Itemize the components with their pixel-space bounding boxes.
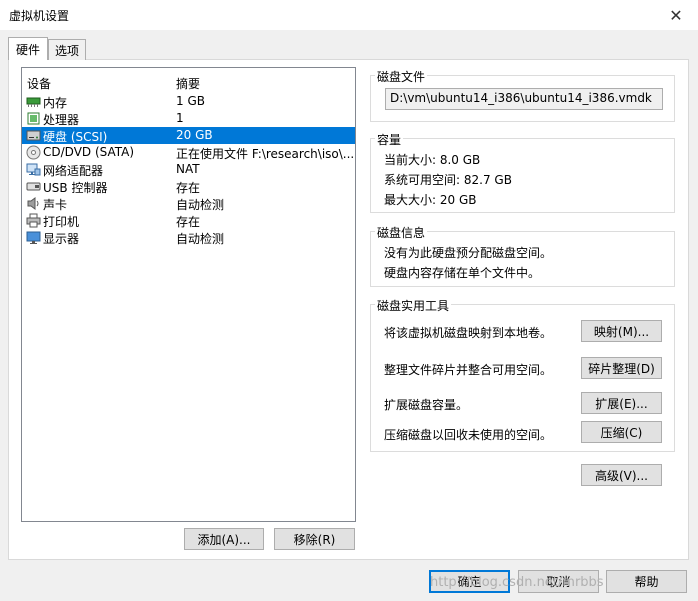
cd-dvd-icon — [26, 145, 41, 160]
device-name: 网络适配器 — [43, 164, 104, 178]
disk-info-line-2: 硬盘内容存储在单个文件中。 — [384, 266, 541, 280]
disk-file-group-title: 磁盘文件 — [375, 68, 428, 85]
printer-icon — [26, 213, 41, 228]
device-row-hard-disk[interactable]: 硬盘 (SCSI) 20 GB — [22, 127, 355, 144]
device-name: USB 控制器 — [43, 181, 108, 195]
device-row-printer[interactable]: 打印机 存在 — [22, 212, 355, 229]
device-row-display[interactable]: 显示器 自动检测 — [22, 229, 355, 246]
capacity-group-title: 容量 — [375, 131, 404, 148]
device-name: 打印机 — [43, 215, 80, 229]
disk-file-path-field[interactable]: D:\vm\ubuntu14_i386\ubuntu14_i386.vmdk — [385, 88, 663, 110]
device-name: 内存 — [43, 96, 68, 110]
usb-icon — [26, 179, 41, 194]
sound-card-icon — [26, 196, 41, 211]
device-summary: 自动检测 — [176, 198, 225, 212]
device-row-cd-dvd[interactable]: CD/DVD (SATA) 正在使用文件 F:\research\iso\... — [22, 144, 355, 161]
device-summary: 1 — [176, 111, 184, 125]
device-summary: 1 GB — [176, 94, 205, 108]
device-summary: 20 GB — [176, 128, 213, 142]
device-name: 声卡 — [43, 198, 68, 212]
device-summary: 正在使用文件 F:\research\iso\... — [176, 147, 355, 161]
column-header-device[interactable]: 设备 — [27, 75, 51, 92]
expand-description: 扩展磁盘容量。 — [384, 398, 469, 412]
device-name: CD/DVD (SATA) — [43, 145, 135, 159]
help-button[interactable]: 帮助 — [606, 570, 687, 593]
device-summary: 存在 — [176, 215, 201, 229]
title-bar — [0, 0, 698, 30]
add-button[interactable]: 添加(A)... — [184, 528, 264, 550]
device-row-usb[interactable]: USB 控制器 存在 — [22, 178, 355, 195]
close-button[interactable]: ✕ — [658, 2, 694, 28]
hard-disk-icon — [26, 128, 41, 143]
disk-info-group-title: 磁盘信息 — [375, 224, 428, 241]
map-description: 将该虚拟机磁盘映射到本地卷。 — [384, 326, 553, 340]
device-row-sound-card[interactable]: 声卡 自动检测 — [22, 195, 355, 212]
defrag-description: 整理文件碎片并整合可用空间。 — [384, 363, 553, 377]
network-adapter-icon — [26, 162, 41, 177]
defragment-button[interactable]: 碎片整理(D) — [581, 357, 662, 379]
device-summary: 存在 — [176, 181, 201, 195]
disk-info-line-1: 没有为此硬盘预分配磁盘空间。 — [384, 246, 553, 260]
disk-utilities-group-title: 磁盘实用工具 — [375, 297, 452, 314]
column-header-summary[interactable]: 摘要 — [176, 75, 200, 92]
compact-description: 压缩磁盘以回收未使用的空间。 — [384, 428, 553, 442]
max-size-text: 最大大小: 20 GB — [384, 193, 477, 207]
expand-button[interactable]: 扩展(E)... — [581, 392, 662, 414]
display-icon — [26, 230, 41, 245]
compact-button[interactable]: 压缩(C) — [581, 421, 662, 443]
advanced-button[interactable]: 高级(V)... — [581, 464, 662, 486]
device-name: 硬盘 (SCSI) — [43, 130, 108, 144]
device-row-processor[interactable]: 处理器 1 — [22, 110, 355, 127]
device-summary: 自动检测 — [176, 232, 225, 246]
watermark: http://blog.csdn.net/mrbbs — [430, 575, 604, 590]
processor-icon — [26, 111, 41, 126]
window-title: 虚拟机设置 — [9, 9, 70, 23]
remove-button[interactable]: 移除(R) — [274, 528, 355, 550]
tab-hardware[interactable]: 硬件 — [8, 37, 48, 60]
device-name: 显示器 — [43, 232, 80, 246]
device-summary: NAT — [176, 162, 200, 176]
device-row-memory[interactable]: 内存 1 GB — [22, 93, 355, 110]
map-button[interactable]: 映射(M)... — [581, 320, 662, 342]
tab-options[interactable]: 选项 — [48, 39, 86, 60]
device-row-network-adapter[interactable]: 网络适配器 NAT — [22, 161, 355, 178]
available-space-text: 系统可用空间: 82.7 GB — [384, 173, 512, 187]
current-size-text: 当前大小: 8.0 GB — [384, 153, 481, 167]
device-name: 处理器 — [43, 113, 80, 127]
memory-icon — [26, 94, 41, 109]
